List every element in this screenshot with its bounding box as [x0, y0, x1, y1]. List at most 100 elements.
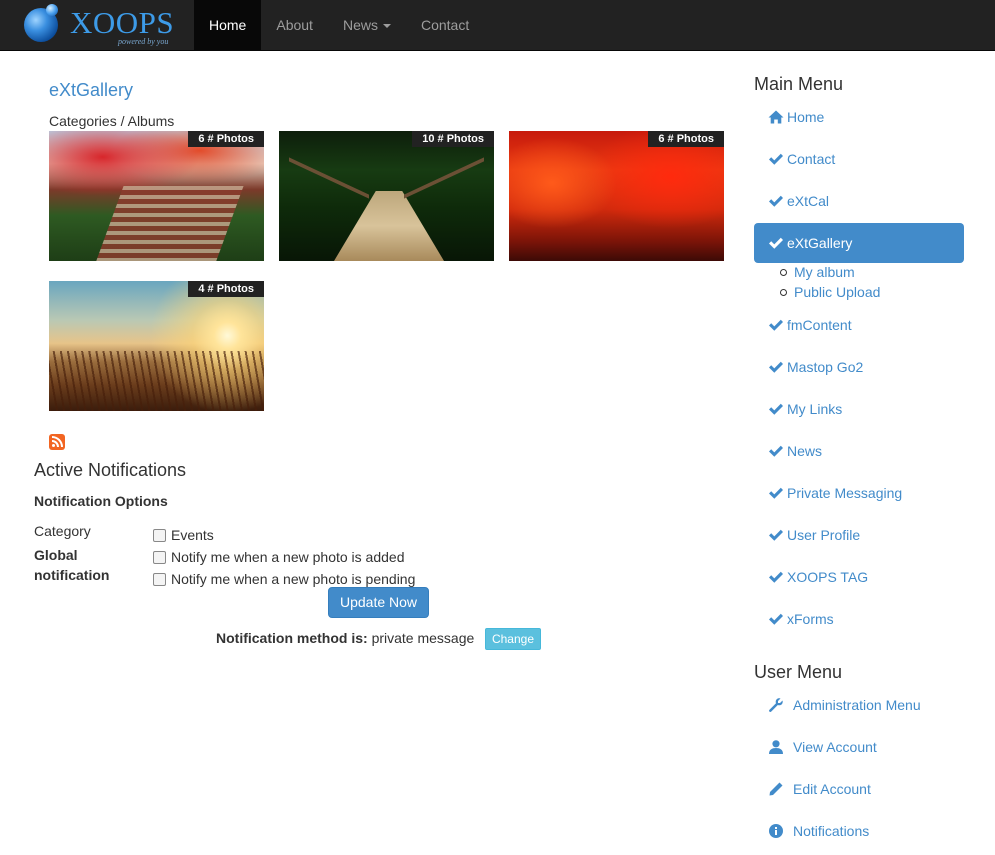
check-icon: [769, 361, 783, 373]
check-icon: [769, 319, 783, 331]
sidebar-item-xforms[interactable]: xForms: [754, 599, 964, 639]
sidebar-item-extgallery[interactable]: eXtGallery: [754, 223, 964, 263]
album-thumbnail[interactable]: 4 # Photos: [49, 281, 264, 411]
check-icon: [769, 445, 783, 457]
album-image: [94, 186, 244, 261]
album-thumbnail[interactable]: 6 # Photos: [49, 131, 264, 261]
main-menu-title: Main Menu: [754, 74, 844, 94]
info-icon: [769, 824, 783, 838]
sidebar-item-xoops-tag[interactable]: XOOPS TAG: [754, 557, 964, 597]
album-thumbnail[interactable]: 6 # Photos: [509, 131, 724, 261]
rss-icon-dot: [52, 444, 55, 447]
sidebar-item-label: eXtCal: [787, 193, 830, 209]
method-label: Notification method is:: [216, 630, 368, 646]
rss-icon[interactable]: [49, 434, 65, 450]
photo-count-badge: 6 # Photos: [188, 131, 264, 147]
photo-count-badge: 10 # Photos: [412, 131, 494, 147]
sidebar-item-label: Notifications: [793, 823, 870, 839]
submenu-label: Public Upload: [794, 284, 881, 300]
nav-contact[interactable]: Contact: [406, 0, 484, 50]
notification-checkboxes: Events Notify me when a new photo is add…: [153, 524, 415, 590]
sidebar-item-private-messaging[interactable]: Private Messaging: [754, 473, 964, 513]
checkbox[interactable]: [153, 528, 166, 542]
sidebar-item-label: Contact: [787, 151, 836, 167]
notify-photo-added-option[interactable]: Notify me when a new photo is added: [153, 546, 415, 568]
circle-bullet-icon: [780, 288, 787, 296]
check-icon: [769, 195, 783, 207]
site-logo[interactable]: XOOPS powered by you: [22, 4, 182, 48]
option-label: Notify me when a new photo is pending: [171, 571, 416, 587]
user-menu-title: User Menu: [754, 662, 843, 682]
check-icon: [769, 403, 783, 415]
sidebar-item-label: Edit Account: [793, 781, 871, 797]
circle-bullet-icon: [780, 268, 787, 276]
caret-down-icon: [382, 24, 391, 29]
method-value: private message: [371, 630, 475, 646]
option-label: Notify me when a new photo is added: [171, 549, 405, 565]
sidebar-item-label: fmContent: [787, 317, 852, 333]
notify-events-option[interactable]: Events: [153, 524, 415, 546]
photo-count-badge: 6 # Photos: [648, 131, 724, 147]
sidebar-item-label: Home: [787, 109, 825, 125]
sidebar-item-user-profile[interactable]: User Profile: [754, 515, 964, 555]
sidebar-item-label: Mastop Go2: [787, 359, 864, 375]
album-image-detail: [404, 157, 484, 261]
nav-about[interactable]: About: [261, 0, 328, 50]
wrench-icon: [769, 698, 783, 712]
sidebar-item-fmcontent[interactable]: fmContent: [754, 305, 964, 345]
global-notification-label: Global notification: [34, 547, 110, 583]
sidebar-item-extcal[interactable]: eXtCal: [754, 181, 964, 221]
album-image-detail: [289, 157, 369, 261]
sidebar-item-administration-menu[interactable]: Administration Menu: [754, 685, 964, 725]
sidebar-item-news[interactable]: News: [754, 431, 964, 471]
home-icon: [768, 110, 784, 124]
sidebar-item-home[interactable]: Home: [754, 97, 964, 137]
category-label: Category: [34, 523, 91, 539]
sidebar-item-mastop-go2[interactable]: Mastop Go2: [754, 347, 964, 387]
check-icon: [769, 237, 783, 249]
nav-menu: Home About News Contact: [194, 0, 484, 50]
sidebar-item-label: Administration Menu: [793, 697, 921, 713]
notification-options-heading: Notification Options: [34, 493, 168, 509]
change-method-button[interactable]: Change: [485, 628, 541, 650]
page-title[interactable]: eXtGallery: [49, 80, 133, 101]
sidebar-item-label: My Links: [787, 401, 843, 417]
top-navbar: XOOPS powered by you Home About News Con…: [0, 0, 995, 51]
submenu-label: My album: [794, 264, 855, 280]
album-thumbnail[interactable]: 10 # Photos: [279, 131, 494, 261]
sidebar-item-edit-account[interactable]: Edit Account: [754, 769, 964, 809]
logo-tagline: powered by you: [118, 37, 169, 46]
submenu-item-public-upload[interactable]: Public Upload: [780, 284, 880, 300]
notifications-heading: Active Notifications: [34, 460, 187, 480]
check-icon: [769, 487, 783, 499]
sidebar-item-label: User Profile: [787, 527, 861, 543]
sidebar-item-contact[interactable]: Contact: [754, 139, 964, 179]
notification-method: Notification method is: private message: [216, 630, 474, 646]
sidebar-item-label: eXtGallery: [787, 235, 853, 251]
globe-icon: [24, 4, 58, 42]
check-icon: [769, 153, 783, 165]
submenu-item-my-album[interactable]: My album: [780, 264, 855, 280]
user-icon: [769, 740, 783, 754]
nav-news-label: News: [342, 17, 378, 33]
sidebar-item-label: Private Messaging: [787, 485, 903, 501]
pencil-icon: [769, 782, 783, 796]
checkbox[interactable]: [153, 572, 166, 586]
update-now-button[interactable]: Update Now: [328, 587, 429, 618]
checkbox[interactable]: [153, 550, 166, 564]
logo-text: XOOPS: [70, 5, 175, 40]
option-label: Events: [171, 527, 214, 543]
sidebar-item-label: xForms: [787, 611, 834, 627]
check-icon: [769, 571, 783, 583]
nav-news-dropdown[interactable]: News: [328, 0, 406, 50]
sidebar-item-view-account[interactable]: View Account: [754, 727, 964, 767]
nav-home[interactable]: Home: [194, 0, 262, 50]
photo-count-badge: 4 # Photos: [188, 281, 264, 297]
sidebar-item-label: XOOPS TAG: [787, 569, 869, 585]
check-icon: [769, 529, 783, 541]
check-icon: [769, 613, 783, 625]
sidebar-item-notifications[interactable]: Notifications: [754, 811, 964, 851]
album-image: [49, 351, 264, 411]
sidebar-item-label: News: [787, 443, 823, 459]
sidebar-item-my-links[interactable]: My Links: [754, 389, 964, 429]
